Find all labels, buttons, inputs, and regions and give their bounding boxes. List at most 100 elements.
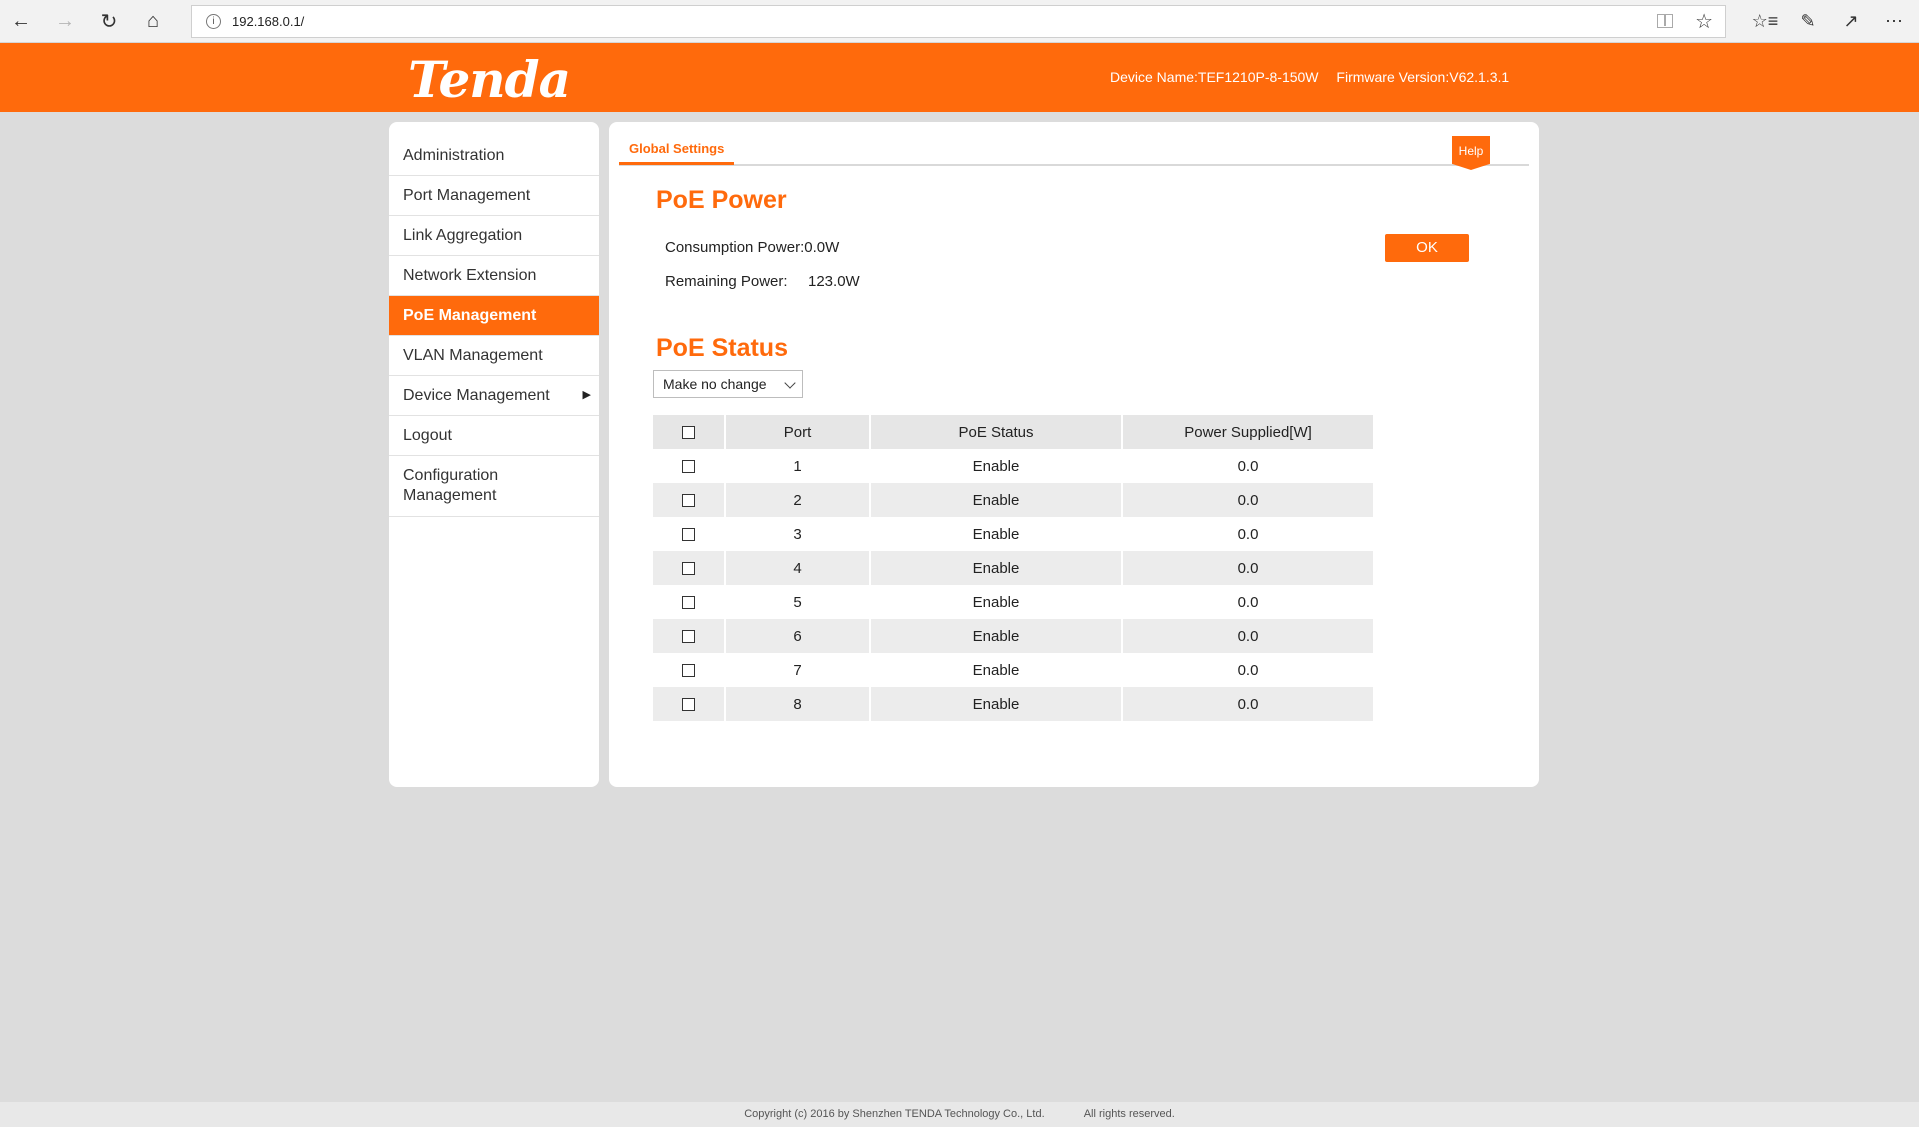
sidebar-item-configuration-management[interactable]: Configuration Management bbox=[389, 456, 599, 517]
back-icon[interactable]: ← bbox=[6, 6, 36, 36]
consumption-power-row: Consumption Power:0.0W bbox=[665, 239, 839, 256]
sidebar-item-poe-management[interactable]: PoE Management bbox=[389, 296, 599, 336]
row-checkbox-cell bbox=[653, 585, 726, 619]
share-icon[interactable]: ↗ bbox=[1836, 6, 1866, 36]
device-info: Device Name:TEF1210P-8-150W Firmware Ver… bbox=[1110, 69, 1509, 85]
status-cell: Enable bbox=[870, 517, 1123, 551]
table-row: 8 Enable 0.0 bbox=[653, 687, 1375, 721]
sidebar-item-port-management[interactable]: Port Management bbox=[389, 176, 599, 216]
poe-status-title: PoE Status bbox=[656, 334, 788, 362]
table-row: 2 Enable 0.0 bbox=[653, 483, 1375, 517]
sidebar-item-administration[interactable]: Administration bbox=[389, 136, 599, 176]
column-header-port: Port bbox=[725, 415, 871, 449]
forward-icon[interactable]: → bbox=[50, 6, 80, 36]
table-row: 5 Enable 0.0 bbox=[653, 585, 1375, 619]
port-cell: 1 bbox=[725, 449, 871, 483]
favorites-list-icon[interactable]: ☆≡ bbox=[1750, 6, 1780, 36]
row-checkbox[interactable] bbox=[682, 698, 695, 712]
sidebar-item-label: Port Management bbox=[403, 186, 531, 204]
poe-status-select[interactable]: Make no change bbox=[653, 370, 803, 398]
power-cell: 0.0 bbox=[1122, 619, 1375, 653]
sidebar-item-label: Administration bbox=[403, 146, 505, 164]
poe-status-table: Port PoE Status Power Supplied[W] 1 Enab… bbox=[653, 415, 1375, 721]
status-cell: Enable bbox=[870, 551, 1123, 585]
sidebar-item-logout[interactable]: Logout bbox=[389, 416, 599, 456]
select-all-cell bbox=[653, 415, 726, 449]
status-cell: Enable bbox=[870, 449, 1123, 483]
firmware-version: Firmware Version:V62.1.3.1 bbox=[1336, 69, 1510, 85]
poe-power-title: PoE Power bbox=[656, 186, 787, 214]
status-cell: Enable bbox=[870, 687, 1123, 721]
port-cell: 8 bbox=[725, 687, 871, 721]
rights-text: All rights reserved. bbox=[1083, 1108, 1175, 1120]
main-panel: Global Settings Help PoE Power Consumpti… bbox=[609, 122, 1539, 787]
sidebar-item-label: Logout bbox=[403, 426, 452, 444]
table-row: 7 Enable 0.0 bbox=[653, 653, 1375, 687]
row-checkbox-cell bbox=[653, 653, 726, 687]
tab-bar: Global Settings Help bbox=[619, 136, 1529, 170]
port-cell: 7 bbox=[725, 653, 871, 687]
table-header-row: Port PoE Status Power Supplied[W] bbox=[653, 415, 1375, 449]
address-bar[interactable]: i 192.168.0.1/ ☆ bbox=[191, 5, 1726, 38]
url-text[interactable]: 192.168.0.1/ bbox=[232, 14, 304, 29]
column-header-power-supplied: Power Supplied[W] bbox=[1122, 415, 1375, 449]
table-row: 6 Enable 0.0 bbox=[653, 619, 1375, 653]
status-cell: Enable bbox=[870, 585, 1123, 619]
status-cell: Enable bbox=[870, 483, 1123, 517]
sidebar-item-label: Device Management bbox=[403, 386, 550, 404]
row-checkbox[interactable] bbox=[682, 494, 695, 508]
row-checkbox-cell bbox=[653, 619, 726, 653]
home-icon[interactable]: ⌂ bbox=[138, 6, 168, 36]
sidebar-item-link-aggregation[interactable]: Link Aggregation bbox=[389, 216, 599, 256]
select-all-checkbox[interactable] bbox=[682, 426, 695, 440]
port-cell: 3 bbox=[725, 517, 871, 551]
sidebar-item-vlan-management[interactable]: VLAN Management bbox=[389, 336, 599, 376]
tab-global-settings[interactable]: Global Settings bbox=[619, 140, 735, 165]
row-checkbox[interactable] bbox=[682, 630, 695, 644]
reading-view-icon[interactable] bbox=[1657, 14, 1673, 28]
row-checkbox-cell bbox=[653, 483, 726, 517]
sidebar-item-label: VLAN Management bbox=[403, 346, 543, 364]
row-checkbox-cell bbox=[653, 687, 726, 721]
sidebar-item-network-extension[interactable]: Network Extension bbox=[389, 256, 599, 296]
help-button[interactable]: Help bbox=[1452, 136, 1490, 170]
row-checkbox[interactable] bbox=[682, 460, 695, 474]
power-cell: 0.0 bbox=[1122, 687, 1375, 721]
copyright-text: Copyright (c) 2016 by Shenzhen TENDA Tec… bbox=[744, 1108, 1045, 1120]
sidebar-item-label: Configuration Management bbox=[403, 467, 499, 504]
tenda-logo: Tenda bbox=[408, 50, 571, 109]
sidebar-nav: Administration Port Management Link Aggr… bbox=[389, 122, 599, 787]
sidebar-item-label: Network Extension bbox=[403, 266, 537, 284]
sidebar-item-label: PoE Management bbox=[403, 306, 537, 324]
select-value: Make no change bbox=[663, 376, 767, 392]
pen-icon[interactable]: ✎ bbox=[1793, 6, 1823, 36]
site-info-icon[interactable]: i bbox=[206, 14, 221, 29]
remaining-power-label: Remaining Power: bbox=[665, 273, 788, 290]
power-cell: 0.0 bbox=[1122, 585, 1375, 619]
status-cell: Enable bbox=[870, 619, 1123, 653]
row-checkbox-cell bbox=[653, 517, 726, 551]
sidebar-item-device-management[interactable]: Device Management ▶ bbox=[389, 376, 599, 416]
row-checkbox-cell bbox=[653, 551, 726, 585]
power-cell: 0.0 bbox=[1122, 483, 1375, 517]
row-checkbox[interactable] bbox=[682, 528, 695, 542]
port-cell: 4 bbox=[725, 551, 871, 585]
ok-button[interactable]: OK bbox=[1385, 234, 1469, 262]
table-row: 3 Enable 0.0 bbox=[653, 517, 1375, 551]
column-header-poe-status: PoE Status bbox=[870, 415, 1123, 449]
refresh-icon[interactable]: ↻ bbox=[94, 6, 124, 36]
consumption-power-label: Consumption Power: bbox=[665, 239, 805, 256]
more-icon[interactable]: ⋯ bbox=[1879, 6, 1909, 36]
power-cell: 0.0 bbox=[1122, 449, 1375, 483]
row-checkbox[interactable] bbox=[682, 664, 695, 678]
favorite-star-icon[interactable]: ☆ bbox=[1695, 9, 1713, 34]
power-cell: 0.0 bbox=[1122, 517, 1375, 551]
table-row: 4 Enable 0.0 bbox=[653, 551, 1375, 585]
port-cell: 5 bbox=[725, 585, 871, 619]
row-checkbox[interactable] bbox=[682, 562, 695, 576]
port-cell: 2 bbox=[725, 483, 871, 517]
row-checkbox-cell bbox=[653, 449, 726, 483]
row-checkbox[interactable] bbox=[682, 596, 695, 610]
power-cell: 0.0 bbox=[1122, 551, 1375, 585]
table-row: 1 Enable 0.0 bbox=[653, 449, 1375, 483]
